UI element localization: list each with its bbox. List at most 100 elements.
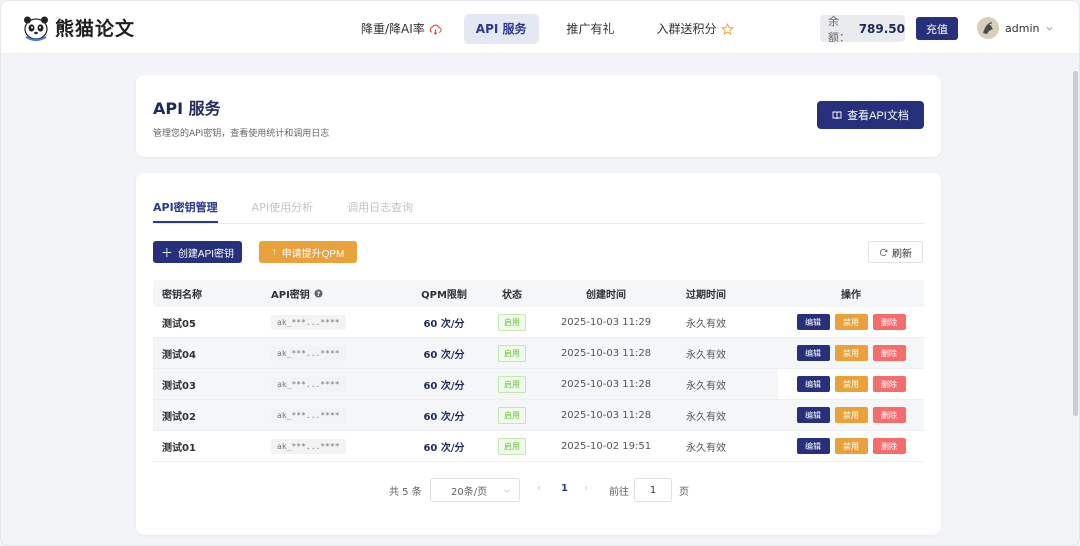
header-expire: 过期时间 bbox=[686, 290, 726, 301]
goto-label: 前往 bbox=[609, 487, 629, 498]
header-ops: 操作 bbox=[841, 290, 861, 301]
qpm-cell: 60 次/分 bbox=[406, 346, 482, 361]
key-cell: ak_***...**** bbox=[262, 438, 406, 454]
nav-item-label: 推广有礼 bbox=[566, 22, 615, 36]
balance-label: 余额： bbox=[828, 14, 850, 44]
request-qpm-button[interactable]: ↑ 申请提升QPM bbox=[259, 241, 357, 263]
api-key-value: ak_***...**** bbox=[271, 376, 346, 392]
table-row: 测试05 ak_***...**** 60 次/分 启用 2025-10-03 … bbox=[153, 307, 924, 338]
header-qpm: QPM限制 bbox=[421, 290, 467, 301]
disable-button[interactable]: 禁用 bbox=[834, 376, 868, 392]
star-icon bbox=[720, 22, 734, 35]
disable-button[interactable]: 禁用 bbox=[834, 407, 868, 423]
qpm-value: 60 次/分 bbox=[423, 349, 465, 361]
goto-page-input[interactable] bbox=[634, 478, 672, 502]
nav-item-referral[interactable]: 推广有礼 bbox=[555, 14, 627, 44]
qpm-cell: 60 次/分 bbox=[406, 439, 482, 454]
view-api-docs-button[interactable]: 查看API文档 bbox=[817, 101, 924, 129]
api-key-value: ak_***...**** bbox=[271, 438, 346, 454]
row-actions: 编辑 禁用 删除 bbox=[778, 314, 924, 330]
status-cell: 启用 bbox=[482, 375, 542, 393]
expire-time: 永久有效 bbox=[686, 411, 726, 423]
username: admin bbox=[1005, 21, 1040, 35]
key-cell: ak_***...**** bbox=[262, 345, 406, 361]
key-cell: ak_***...**** bbox=[262, 376, 406, 392]
row-actions: 编辑 禁用 删除 bbox=[778, 400, 924, 430]
pagination: 共 5 条 20条/页 ‹ 1 › 前往 页 bbox=[136, 478, 941, 502]
page-size-value: 20条/页 bbox=[451, 486, 488, 498]
page-scrollbar[interactable] bbox=[1073, 71, 1078, 416]
edit-button[interactable]: 编辑 bbox=[796, 314, 830, 330]
table-row: 测试01 ak_***...**** 60 次/分 启用 2025-10-02 … bbox=[153, 431, 924, 462]
key-name: 测试01 bbox=[162, 442, 196, 454]
bird-avatar-icon bbox=[977, 17, 999, 39]
created-time: 2025-10-02 19:51 bbox=[560, 440, 652, 452]
qpm-value: 60 次/分 bbox=[423, 442, 465, 454]
key-cell: ak_***...**** bbox=[262, 407, 406, 423]
qpm-value: 60 次/分 bbox=[423, 380, 465, 392]
balance-amount: 789.50 bbox=[858, 21, 905, 36]
user-menu[interactable]: admin bbox=[977, 17, 1054, 39]
recharge-button[interactable]: 充值 bbox=[916, 17, 958, 40]
question-icon[interactable]: ? bbox=[314, 289, 323, 298]
tab-call-logs[interactable]: 调用日志查询 bbox=[347, 199, 413, 223]
plus-icon: ＋ bbox=[160, 245, 173, 260]
nav-item-label: 入群送积分 bbox=[656, 22, 717, 36]
table-header: 密钥名称 API密钥 ? QPM限制 状态 创建时间 过期时间 操作 bbox=[153, 280, 924, 307]
prev-page-button[interactable]: ‹ bbox=[537, 483, 541, 494]
cloud-icon bbox=[429, 24, 442, 35]
table-row: 测试03 ak_***...**** 60 次/分 启用 2025-10-03 … bbox=[153, 369, 924, 400]
svg-text:?: ? bbox=[316, 291, 320, 298]
qpm-value: 60 次/分 bbox=[423, 318, 465, 330]
nav-item-label: API 服务 bbox=[475, 22, 527, 36]
header-name: 密钥名称 bbox=[162, 290, 202, 301]
created-time: 2025-10-03 11:28 bbox=[560, 409, 652, 421]
expire-time: 永久有效 bbox=[686, 349, 726, 361]
delete-button[interactable]: 删除 bbox=[872, 407, 906, 423]
key-name: 测试05 bbox=[162, 318, 196, 330]
key-name: 测试03 bbox=[162, 380, 196, 392]
create-api-key-button[interactable]: ＋ 创建API密钥 bbox=[153, 241, 242, 263]
create-api-key-label: 创建API密钥 bbox=[177, 248, 235, 260]
delete-button[interactable]: 删除 bbox=[872, 345, 906, 361]
expire-time: 永久有效 bbox=[686, 318, 726, 330]
status-badge: 启用 bbox=[498, 375, 526, 393]
edit-button[interactable]: 编辑 bbox=[796, 376, 830, 392]
avatar bbox=[977, 17, 999, 39]
disable-button[interactable]: 禁用 bbox=[834, 314, 868, 330]
qpm-value: 60 次/分 bbox=[423, 411, 465, 423]
nav-item-join-group[interactable]: 入群送积分 bbox=[645, 14, 746, 44]
delete-button[interactable]: 删除 bbox=[872, 314, 906, 330]
created-time: 2025-10-03 11:29 bbox=[560, 316, 652, 328]
edit-button[interactable]: 编辑 bbox=[796, 407, 830, 423]
page-subtitle: 管理您的API密钥，查看使用统计和调用日志 bbox=[153, 129, 330, 139]
api-key-value: ak_***...**** bbox=[271, 407, 346, 423]
key-cell: ak_***...**** bbox=[262, 314, 406, 330]
header-key: API密钥 ? bbox=[262, 286, 406, 301]
status-cell: 启用 bbox=[482, 437, 542, 455]
edit-button[interactable]: 编辑 bbox=[796, 438, 830, 454]
logo[interactable]: 熊猫论文 bbox=[23, 13, 135, 41]
disable-button[interactable]: 禁用 bbox=[834, 438, 868, 454]
row-actions: 编辑 禁用 删除 bbox=[778, 369, 924, 399]
tabs-divider bbox=[153, 223, 924, 224]
refresh-button[interactable]: 刷新 bbox=[868, 241, 923, 263]
qpm-cell: 60 次/分 bbox=[406, 315, 482, 330]
expire-time: 永久有效 bbox=[686, 442, 726, 454]
expire-time: 永久有效 bbox=[686, 380, 726, 392]
page-size-select[interactable]: 20条/页 bbox=[430, 478, 520, 502]
tab-usage-analysis[interactable]: API使用分析 bbox=[252, 199, 313, 223]
nav-item-rewrite[interactable]: 降重/降AI率 bbox=[349, 14, 454, 44]
disable-button[interactable]: 禁用 bbox=[834, 345, 868, 361]
edit-button[interactable]: 编辑 bbox=[796, 345, 830, 361]
tab-api-keys[interactable]: API密钥管理 bbox=[153, 199, 218, 223]
next-page-button[interactable]: › bbox=[584, 483, 588, 494]
tabs: API密钥管理 API使用分析 调用日志查询 bbox=[153, 199, 447, 223]
nav-item-api[interactable]: API 服务 bbox=[463, 14, 539, 44]
status-badge: 启用 bbox=[498, 406, 526, 424]
table-row: 测试04 ak_***...**** 60 次/分 启用 2025-10-03 … bbox=[153, 338, 924, 369]
status-cell: 启用 bbox=[482, 406, 542, 424]
page-number-current[interactable]: 1 bbox=[561, 483, 568, 494]
delete-button[interactable]: 删除 bbox=[872, 438, 906, 454]
delete-button[interactable]: 删除 bbox=[872, 376, 906, 392]
